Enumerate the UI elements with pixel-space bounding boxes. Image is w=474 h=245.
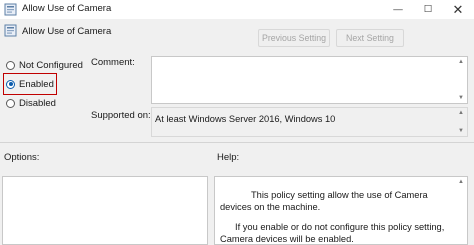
supported-scroll-up-icon[interactable]: ▲	[455, 108, 467, 118]
supported-scrollbar[interactable]: ▲ ▼	[455, 108, 467, 136]
radio-enabled[interactable]: Enabled	[6, 77, 54, 91]
radio-button-enabled[interactable]	[6, 79, 15, 89]
comment-textarea[interactable]	[151, 56, 468, 104]
section-divider	[0, 142, 474, 143]
previous-setting-button[interactable]: Previous Setting	[258, 29, 330, 47]
window-title: Allow Use of Camera	[22, 3, 112, 14]
policy-name: Allow Use of Camera	[22, 26, 112, 37]
comment-label: Comment:	[91, 57, 135, 68]
minimize-button[interactable]: —	[384, 0, 412, 19]
policy-settings-icon	[4, 3, 17, 16]
options-panel	[2, 176, 208, 245]
close-button[interactable]: ✕	[444, 0, 472, 19]
help-label: Help:	[217, 152, 240, 163]
radio-label-not-configured: Not Configured	[19, 59, 83, 71]
help-paragraph-2: If you enable or do not configure this p…	[220, 222, 445, 244]
maximize-icon: ☐	[423, 4, 433, 15]
radio-label-enabled: Enabled	[19, 78, 54, 90]
help-scroll-up-icon[interactable]: ▲	[455, 177, 467, 187]
supported-scroll-down-icon[interactable]: ▼	[455, 126, 467, 136]
scroll-down-icon[interactable]: ▼	[455, 93, 467, 103]
help-scrollbar[interactable]: ▲	[455, 177, 467, 244]
next-setting-button[interactable]: Next Setting	[336, 29, 404, 47]
help-panel: This policy setting allow the use of Cam…	[214, 176, 468, 245]
radio-button-disabled[interactable]	[6, 98, 15, 108]
supported-on-box: At least Windows Server 2016, Windows 10	[151, 107, 468, 137]
options-label: Options:	[4, 152, 40, 163]
radio-button-not-configured[interactable]	[6, 60, 15, 70]
policy-icon	[4, 24, 17, 37]
scroll-up-icon[interactable]: ▲	[455, 57, 467, 67]
radio-label-disabled: Disabled	[19, 97, 56, 109]
radio-not-configured[interactable]: Not Configured	[6, 58, 83, 72]
supported-on-label: Supported on:	[91, 110, 151, 121]
supported-on-value: At least Windows Server 2016, Windows 10	[155, 114, 336, 124]
minimize-icon: —	[393, 4, 403, 15]
close-icon: ✕	[452, 1, 464, 17]
radio-disabled[interactable]: Disabled	[6, 96, 56, 110]
comment-scrollbar[interactable]: ▲ ▼	[455, 57, 467, 103]
help-paragraph-1: This policy setting allow the use of Cam…	[220, 190, 428, 212]
maximize-button[interactable]: ☐	[414, 0, 442, 19]
